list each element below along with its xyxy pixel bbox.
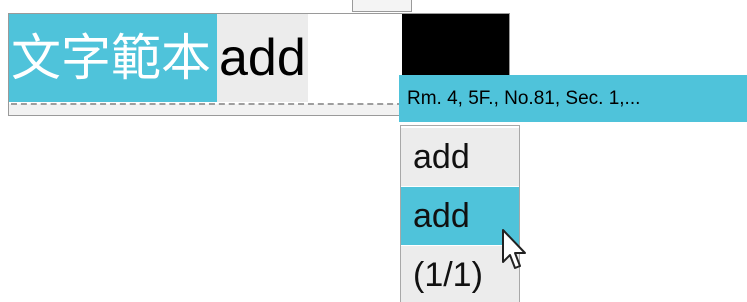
candidate-item[interactable]: add xyxy=(401,128,519,186)
selected-text: 文字範本 xyxy=(9,14,217,102)
typed-text: add xyxy=(217,14,308,102)
suggestion-tooltip[interactable]: Rm. 4, 5F., No.81, Sec. 1,... xyxy=(399,75,747,122)
field-bottom-strip xyxy=(9,104,399,115)
candidate-list: add add (1/1) xyxy=(400,125,520,302)
composition-string: 文字範本 add xyxy=(9,14,308,102)
ime-screen: 文字範本 add Rm. 4, 5F., No.81, Sec. 1,... a… xyxy=(0,0,747,302)
text-caret-block xyxy=(402,14,509,77)
window-tab xyxy=(352,0,412,12)
mouse-pointer-icon xyxy=(502,229,526,269)
composition-underline xyxy=(11,103,403,105)
